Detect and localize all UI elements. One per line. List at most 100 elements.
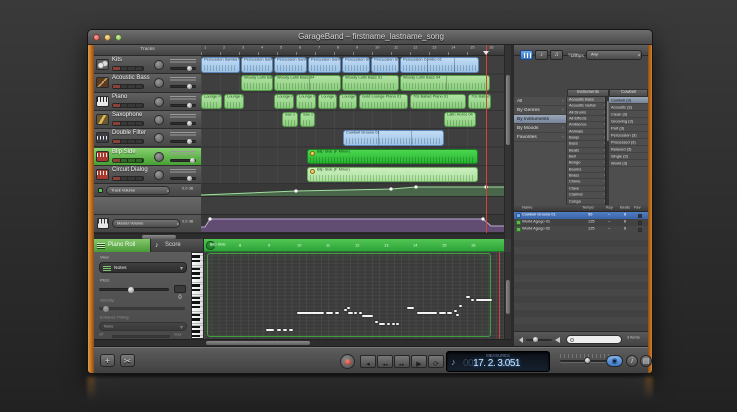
midi-note[interactable] xyxy=(348,312,353,314)
black-key[interactable] xyxy=(192,289,200,291)
column-view-button[interactable] xyxy=(520,50,533,60)
pan-knob[interactable] xyxy=(154,60,164,70)
rewind-button[interactable]: ◂◂ xyxy=(377,355,393,368)
lock-button[interactable] xyxy=(136,159,144,162)
fader-thumb[interactable] xyxy=(187,66,192,71)
record-enable-button[interactable] xyxy=(113,159,121,162)
automation-point[interactable] xyxy=(294,189,297,192)
region-70s-ballad-piano-02[interactable]: 70s Ballad Piano 02 xyxy=(468,94,491,110)
automation-point[interactable] xyxy=(389,187,392,190)
editor-hscrollbar[interactable] xyxy=(94,339,511,346)
fader-thumb[interactable] xyxy=(187,84,192,89)
region-woody-latin-bass-04[interactable]: Woody Latin Bass 04 xyxy=(274,75,341,91)
track-header-acoustic-bass[interactable]: Acoustic Bass xyxy=(94,74,201,92)
pan-knob[interactable] xyxy=(154,115,164,125)
slider-thumb[interactable] xyxy=(533,337,538,342)
midi-note[interactable] xyxy=(266,329,274,331)
black-key[interactable] xyxy=(192,318,200,320)
region-sax-1[interactable]: Sax 1 xyxy=(300,112,315,128)
search-input[interactable] xyxy=(566,335,622,344)
region-percussion-samba-01-4[interactable]: Percussion Samba 01.4 xyxy=(342,57,370,73)
midi-note[interactable] xyxy=(417,312,437,314)
region-lounge-piano-3[interactable]: Lounge Piano 3 xyxy=(339,94,357,110)
track-header-blip-side[interactable]: Blip Side xyxy=(94,148,201,166)
region-lounge-piano-1[interactable]: Lounge Piano 1 xyxy=(224,94,244,110)
editor-playhead[interactable] xyxy=(499,252,500,339)
midi-note[interactable] xyxy=(289,329,293,331)
volume-fader[interactable] xyxy=(170,67,196,70)
volume-fader[interactable] xyxy=(170,159,196,162)
master-volume-lane[interactable] xyxy=(201,215,504,233)
region-percussion-combo-01[interactable]: Percussion Combo 01 xyxy=(400,57,479,73)
media-browser-button[interactable]: ▤ xyxy=(640,355,652,367)
arrange-vscrollbar[interactable] xyxy=(504,45,511,239)
midi-note[interactable] xyxy=(466,296,470,298)
category-single-3[interactable]: Single (3) xyxy=(609,153,648,160)
keyword-by-genres[interactable]: By Genres› xyxy=(514,106,566,115)
playhead-handle[interactable] xyxy=(483,51,489,55)
fader-thumb[interactable] xyxy=(187,176,192,181)
tab-score[interactable]: ♪ Score xyxy=(151,239,204,252)
midi-note[interactable] xyxy=(471,299,474,301)
pan-knob[interactable] xyxy=(154,170,164,180)
solo-button[interactable] xyxy=(128,67,136,70)
scrollbar-thumb[interactable] xyxy=(506,280,510,314)
black-key[interactable] xyxy=(192,306,200,308)
category-part-3[interactable]: Part (3) xyxy=(609,125,648,132)
region-percussion-samba-01[interactable]: Percussion Samba 01 xyxy=(201,57,240,73)
black-key[interactable] xyxy=(192,272,200,274)
region-70s-ballad-piano-01[interactable]: 70s Ballad Piano 01 xyxy=(410,94,466,110)
fader-thumb[interactable] xyxy=(187,121,192,126)
black-key[interactable] xyxy=(192,314,200,316)
midi-note[interactable] xyxy=(387,323,390,325)
scale-dropdown[interactable]: Any ▾ xyxy=(586,50,642,60)
lock-button[interactable] xyxy=(136,177,144,180)
region-percussion-samba-01-5[interactable]: Percussion Samba 01.5 xyxy=(371,57,399,73)
solo-button[interactable] xyxy=(128,159,136,162)
region-woody-latin-bass-01[interactable]: Woody Latin Bass 01 xyxy=(342,75,399,91)
lcd-position[interactable]: 0017. 2. 3.051 xyxy=(463,358,520,369)
slider-thumb[interactable] xyxy=(128,287,134,293)
loop-result-cowbell-groove-01[interactable]: Cowbell Groove 0196–8 xyxy=(514,212,648,219)
results-header-row[interactable]: NameTempoKeyBeatsFav xyxy=(514,205,648,212)
volume-fader[interactable] xyxy=(170,104,196,107)
slider-thumb[interactable] xyxy=(584,357,591,364)
solo-button[interactable] xyxy=(128,104,136,107)
track-editor-button[interactable]: ✂ xyxy=(120,354,135,367)
track-volume-menu[interactable]: Track Volume ▾ xyxy=(106,186,170,195)
record-button[interactable] xyxy=(340,354,355,369)
midi-note[interactable] xyxy=(347,307,350,309)
pan-knob[interactable] xyxy=(154,152,164,162)
favorite-checkbox[interactable] xyxy=(638,214,642,218)
black-key[interactable] xyxy=(192,326,200,328)
automation-point[interactable] xyxy=(208,217,211,220)
midi-note[interactable] xyxy=(354,312,357,314)
region-percussion-samba-01-3[interactable]: Percussion Samba 01.3 xyxy=(308,57,341,73)
loop-browser-button[interactable]: ◉ xyxy=(606,355,623,367)
editor-ruler[interactable]: Blip Side 78910111213141516 xyxy=(204,239,504,252)
keyword-by-moods[interactable]: By Moods› xyxy=(514,124,566,133)
record-enable-button[interactable] xyxy=(113,140,121,143)
track-header-circuit-dialog[interactable]: Circuit Dialog xyxy=(94,166,201,184)
lock-button[interactable] xyxy=(136,104,144,107)
category-processed-3[interactable]: Processed (3) xyxy=(609,139,648,146)
black-key[interactable] xyxy=(192,268,200,270)
volume-fader[interactable] xyxy=(170,85,196,88)
automation-point[interactable] xyxy=(481,217,484,220)
pan-knob[interactable] xyxy=(154,97,164,107)
region-cowbell-groove-01[interactable]: Cowbell Groove 01 xyxy=(343,130,444,146)
mute-button[interactable] xyxy=(121,104,129,107)
category-acoustic-3[interactable]: Acoustic (3) xyxy=(609,104,648,111)
volume-fader[interactable] xyxy=(170,140,196,143)
lcd-display[interactable]: MEASURES ♪ 0017. 2. 3.051 xyxy=(446,351,550,372)
solo-button[interactable] xyxy=(128,140,136,143)
midi-note[interactable] xyxy=(344,309,347,311)
podcast-view-button[interactable]: ♫ xyxy=(550,50,563,60)
solo-button[interactable] xyxy=(128,177,136,180)
instruments-scrollbar[interactable] xyxy=(605,97,609,205)
pitch-slider[interactable] xyxy=(99,288,169,291)
category-percussion-3[interactable]: Percussion (3) xyxy=(609,132,648,139)
midi-note[interactable] xyxy=(359,312,362,314)
slider-thumb[interactable] xyxy=(103,306,109,312)
favorite-checkbox[interactable] xyxy=(638,228,642,232)
